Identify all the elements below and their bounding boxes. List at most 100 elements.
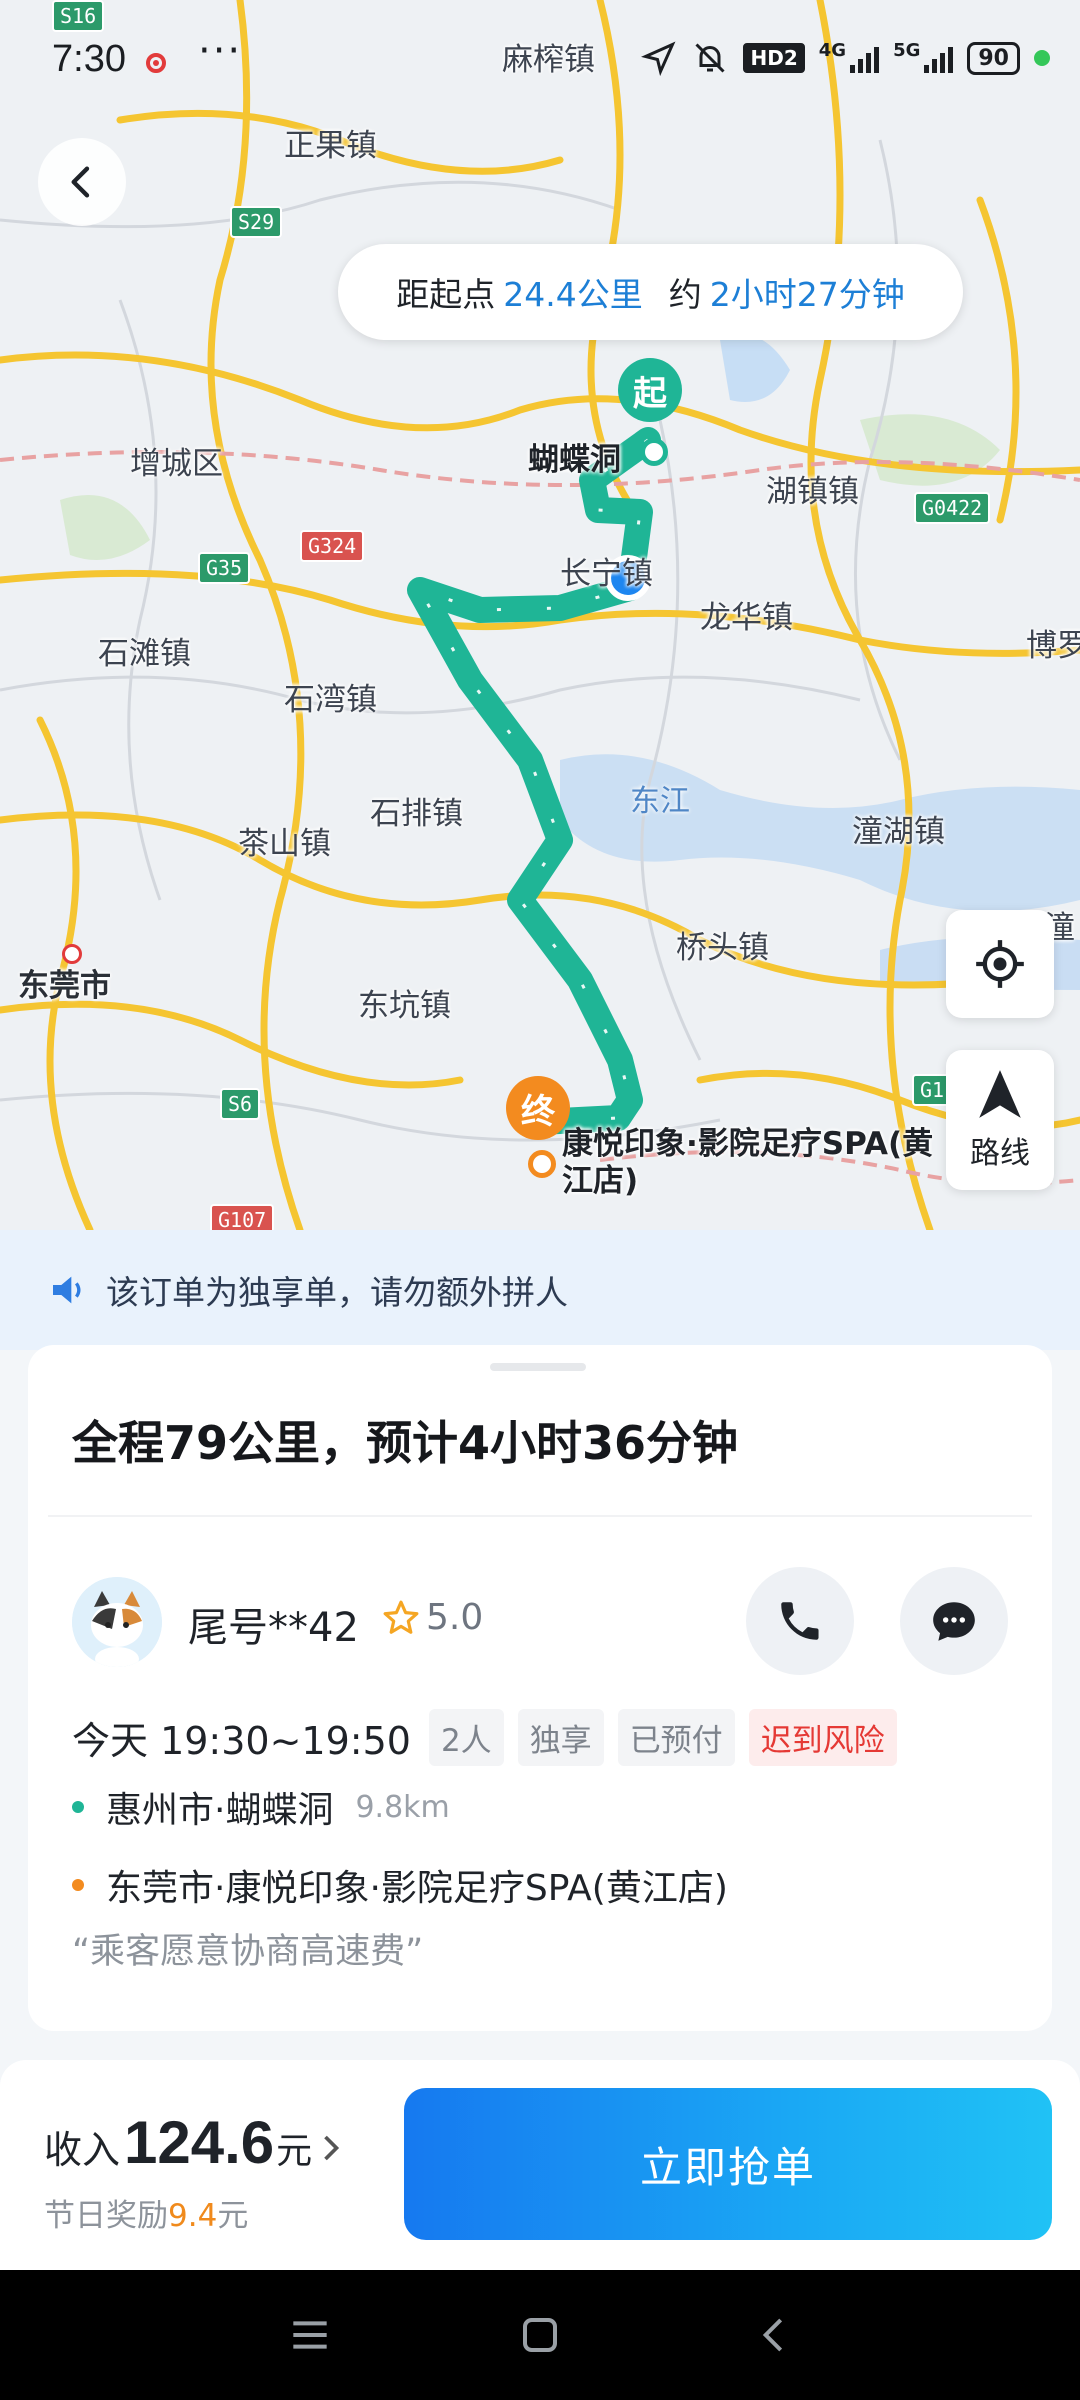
phone-icon	[781, 1602, 819, 1640]
duration-prefix: 约	[668, 275, 702, 314]
mute-bell-icon	[695, 43, 726, 73]
chevron-left-icon	[71, 166, 90, 198]
city-dot	[62, 944, 82, 964]
locate-me-button[interactable]	[946, 910, 1054, 1018]
chat-bubble-icon	[933, 1602, 975, 1641]
distance-duration: 2小时27分钟	[709, 275, 905, 314]
avatar	[72, 1577, 162, 1667]
navigation-arrow-icon	[979, 1070, 1021, 1118]
system-nav-bar	[0, 2270, 1080, 2400]
place-label: 石湾镇	[284, 682, 377, 718]
place-label: 潼湖镇	[852, 814, 945, 850]
bonus-unit: 元	[217, 2198, 249, 2234]
bonus-value: 9.4	[168, 2198, 218, 2234]
distance-km: 24.4公里	[503, 275, 643, 314]
status-bar: 7:30 ··· HD2 4G 5G 90	[0, 0, 1080, 118]
menu-icon	[293, 2321, 327, 2349]
map-roads	[0, 0, 1080, 1230]
more-notifications-icon: ···	[198, 28, 243, 74]
road-shield: G107	[210, 1204, 275, 1230]
pickup-time: 今天 19:30~19:50	[72, 1719, 411, 1763]
star-icon	[383, 1600, 419, 1634]
notice-text: 该订单为独享单，请勿额外拼人	[106, 1273, 568, 1312]
route-button[interactable]: 路线	[946, 1050, 1054, 1190]
place-label: 湖镇镇	[766, 474, 859, 510]
map-view[interactable]: 正果镇 麻榨镇 增城区 湖镇镇 长宁镇 龙华镇 石滩镇 石湾镇 博罗 石排镇 茶…	[0, 0, 1080, 1230]
grab-order-button[interactable]: 立即抢单	[404, 2088, 1052, 2240]
place-label: 正果镇	[284, 128, 377, 164]
place-label: 石排镇	[370, 796, 463, 832]
place-label: 长宁镇	[560, 556, 653, 592]
chevron-right-icon	[324, 2135, 340, 2161]
place-label: 东坑镇	[358, 988, 451, 1024]
tag-late-risk: 迟到风险	[748, 1709, 897, 1766]
end-marker: 终	[506, 1076, 570, 1140]
place-label: 石滩镇	[98, 636, 191, 672]
location-arrow-icon	[641, 41, 676, 76]
distance-to-start-pill: 距起点 24.4公里 约 2小时27分钟	[338, 244, 963, 340]
cat-avatar-icon	[72, 1577, 162, 1667]
place-label: 博罗	[1026, 628, 1080, 664]
locate-crosshair-icon	[976, 940, 1024, 988]
passenger-name: 尾号**42	[188, 1605, 359, 1651]
recent-apps-button[interactable]	[270, 2270, 350, 2400]
order-notice-banner: 该订单为独享单，请勿额外拼人	[0, 1230, 1080, 1350]
order-card: 全程79公里，预计4小时36分钟 尾号**42 5.0 今天 19:30~19:…	[28, 1345, 1052, 2031]
dropoff-address-row: 东莞市·康悦印象·影院足疗SPA(黄江店)	[72, 1859, 728, 1911]
drag-handle[interactable]	[490, 1363, 586, 1371]
pickup-address: 惠州市·蝴蝶洞	[106, 1790, 334, 1831]
end-point-dot	[528, 1150, 556, 1178]
dropoff-address: 东莞市·康悦印象·影院足疗SPA(黄江店)	[106, 1868, 728, 1909]
holiday-bonus: 节日奖励9.4元	[44, 2190, 248, 2235]
tag-passengers: 2人	[428, 1709, 504, 1766]
end-place-label: 康悦印象·影院足疗SPA(黄江店)	[562, 1126, 934, 1200]
place-label: 桥头镇	[676, 930, 769, 966]
start-place-label: 蝴蝶洞	[528, 442, 621, 478]
speaker-icon	[53, 1276, 81, 1304]
place-label: 东莞市	[18, 968, 111, 1004]
status-icons: HD2 4G 5G 90	[641, 40, 1050, 76]
back-button[interactable]	[38, 138, 126, 226]
signal-icon	[850, 43, 880, 73]
status-time: 7:30	[52, 38, 126, 80]
bottom-action-bar: 收入 124.6 元 节日奖励9.4元 立即抢单	[0, 2060, 1080, 2270]
income-value: 124.6	[124, 2109, 275, 2176]
divider	[48, 1515, 1032, 1517]
tag-exclusive: 独享	[517, 1709, 604, 1766]
road-shield: G0422	[914, 492, 991, 524]
system-back-button[interactable]	[734, 2270, 814, 2400]
recording-icon	[146, 53, 166, 73]
income-link[interactable]: 收入 124.6 元	[44, 2108, 342, 2177]
net-4g-label: 4G	[818, 40, 847, 61]
income-unit: 元	[276, 2131, 313, 2172]
call-button[interactable]	[746, 1567, 854, 1675]
place-label: 龙华镇	[700, 600, 793, 636]
trip-summary: 全程79公里，预计4小时36分钟	[72, 1416, 739, 1470]
signal-icon	[924, 43, 954, 73]
road-shield: G324	[300, 530, 365, 562]
order-time-row: 今天 19:30~19:50 2人 独享 已预付 迟到风险	[72, 1709, 897, 1766]
message-button[interactable]	[900, 1567, 1008, 1675]
start-point-dot	[640, 438, 668, 466]
home-button[interactable]	[500, 2270, 580, 2400]
pickup-address-row: 惠州市·蝴蝶洞 9.8km	[72, 1781, 450, 1833]
distance-prefix: 距起点	[396, 275, 496, 314]
place-label: 增城区	[130, 446, 223, 482]
bonus-label: 节日奖励	[44, 2198, 168, 2234]
passenger-rating: 5.0	[382, 1597, 483, 1638]
road-shield: S29	[230, 206, 283, 238]
place-label: 茶山镇	[238, 826, 331, 862]
battery-icon: 90	[967, 41, 1020, 75]
road-shield: S6	[220, 1088, 261, 1120]
pickup-distance: 9.8km	[355, 1789, 450, 1825]
rating-value: 5.0	[426, 1597, 484, 1638]
dropoff-dot	[72, 1879, 84, 1891]
tag-prepaid: 已预付	[617, 1709, 735, 1766]
start-marker: 起	[618, 358, 682, 422]
chevron-left-icon	[762, 2318, 783, 2352]
route-button-label: 路线	[970, 1136, 1030, 1171]
river-label: 东江	[630, 784, 690, 819]
passenger-remark: “乘客愿意协商高速费”	[72, 1932, 424, 1972]
net-5g-label: 5G	[893, 40, 921, 61]
road-shield: G35	[198, 552, 251, 584]
